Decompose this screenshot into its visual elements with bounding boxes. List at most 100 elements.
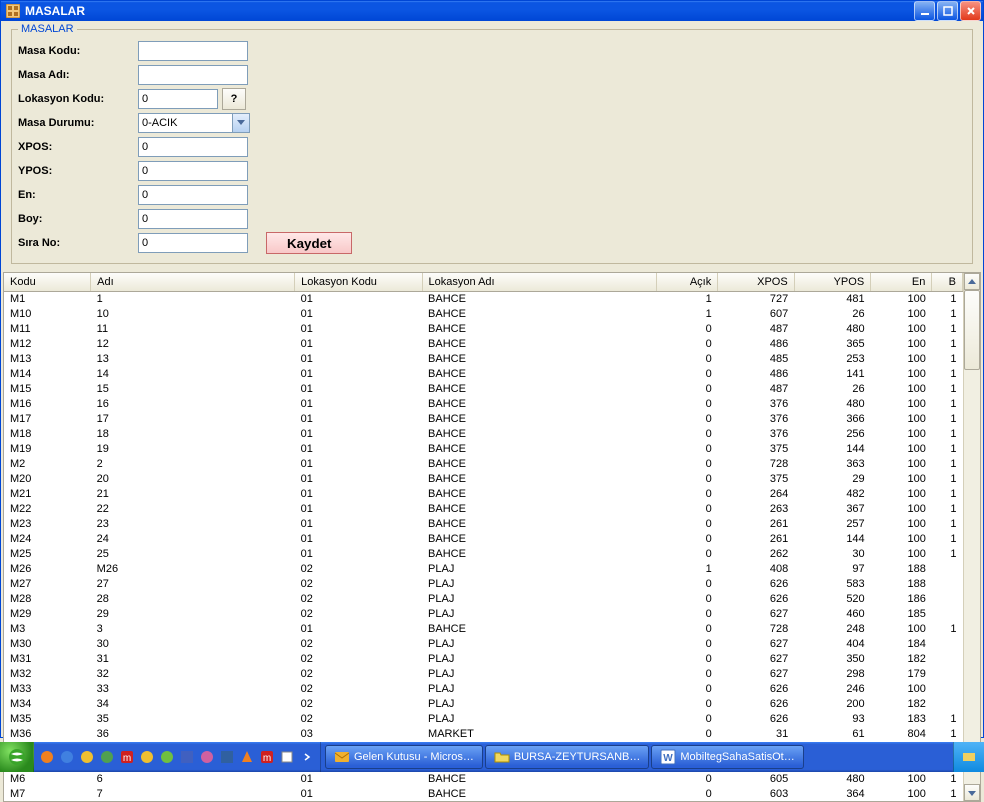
cell-lokasyon-adi: PLAJ (422, 666, 657, 681)
lokasyon-lookup-button[interactable]: ? (222, 88, 246, 110)
taskbar-task[interactable]: Gelen Kutusu - Micros… (325, 745, 483, 769)
ql-icon[interactable] (38, 746, 56, 768)
col-lokasyon-adi[interactable]: Lokasyon Adı (422, 273, 657, 291)
system-tray[interactable] (953, 742, 984, 772)
col-acik[interactable]: Açık (657, 273, 718, 291)
ql-chevron-icon[interactable] (298, 746, 316, 768)
ql-icon[interactable]: m (258, 746, 276, 768)
table-row[interactable]: M181801BAHCE03762561001 (4, 426, 963, 441)
cell-lokasyon-adi: PLAJ (422, 681, 657, 696)
table-row[interactable]: M151501BAHCE0487261001 (4, 381, 963, 396)
masa-adi-input[interactable] (138, 65, 248, 85)
minimize-button[interactable] (914, 1, 935, 21)
table-row[interactable]: M232301BAHCE02612571001 (4, 516, 963, 531)
ql-icon[interactable] (158, 746, 176, 768)
cell-adi: 6 (91, 771, 295, 786)
cell-xpos: 627 (718, 666, 794, 681)
table-row[interactable]: M1101BAHCE17274811001 (4, 291, 963, 306)
table-row[interactable]: M7701BAHCE06033641001 (4, 786, 963, 801)
table-row[interactable]: M212101BAHCE02644821001 (4, 486, 963, 501)
titlebar[interactable]: MASALAR (1, 1, 983, 21)
table-row[interactable]: M222201BAHCE02633671001 (4, 501, 963, 516)
scroll-thumb[interactable] (964, 290, 980, 370)
ql-icon[interactable] (198, 746, 216, 768)
table-row[interactable]: M282802PLAJ0626520186 (4, 591, 963, 606)
ql-icon[interactable] (218, 746, 236, 768)
scroll-up-arrow[interactable] (964, 273, 980, 290)
scroll-down-arrow[interactable] (964, 784, 980, 801)
table-row[interactable]: M313102PLAJ0627350182 (4, 651, 963, 666)
ql-icon[interactable] (78, 746, 96, 768)
table-row[interactable]: M161601BAHCE03764801001 (4, 396, 963, 411)
cell-ypos: 460 (794, 606, 870, 621)
ql-icon[interactable] (58, 746, 76, 768)
ql-icon[interactable] (278, 746, 296, 768)
col-xpos[interactable]: XPOS (718, 273, 794, 291)
table-row[interactable]: M101001BAHCE1607261001 (4, 306, 963, 321)
table-row[interactable]: M292902PLAJ0627460185 (4, 606, 963, 621)
col-en[interactable]: En (871, 273, 932, 291)
table-row[interactable]: M3301BAHCE07282481001 (4, 621, 963, 636)
cell-acik: 0 (657, 366, 718, 381)
cell-adi: 21 (91, 486, 295, 501)
ql-icon[interactable] (138, 746, 156, 768)
ql-icon[interactable] (98, 746, 116, 768)
app-icon (5, 3, 21, 19)
start-button[interactable] (0, 742, 34, 772)
table-row[interactable]: M272702PLAJ0626583188 (4, 576, 963, 591)
cell-lokasyon-adi: BAHCE (422, 531, 657, 546)
cell-adi: 24 (91, 531, 295, 546)
table-row[interactable]: M26M2602PLAJ140897188 (4, 561, 963, 576)
table-row[interactable]: M2201BAHCE07283631001 (4, 456, 963, 471)
masa-durumu-select[interactable]: 0-ACIK (138, 113, 250, 133)
boy-input[interactable] (138, 209, 248, 229)
col-b[interactable]: B (932, 273, 963, 291)
cell-ypos: 144 (794, 441, 870, 456)
sira-no-input[interactable] (138, 233, 248, 253)
lokasyon-kodu-input[interactable] (138, 89, 218, 109)
ql-icon[interactable] (178, 746, 196, 768)
close-button[interactable] (960, 1, 981, 21)
scroll-track[interactable] (964, 290, 980, 784)
table-row[interactable]: M323202PLAJ0627298179 (4, 666, 963, 681)
table-row[interactable]: M171701BAHCE03763661001 (4, 411, 963, 426)
cell-acik: 0 (657, 486, 718, 501)
taskbar-task[interactable]: BURSA-ZEYTURSANB… (485, 745, 650, 769)
table-row[interactable]: M242401BAHCE02611441001 (4, 531, 963, 546)
save-button[interactable]: Kaydet (266, 232, 352, 254)
cell-b (932, 681, 963, 696)
cell-en: 100 (871, 516, 932, 531)
table-row[interactable]: M252501BAHCE0262301001 (4, 546, 963, 561)
table-row[interactable]: M6601BAHCE06054801001 (4, 771, 963, 786)
col-lokasyon-kodu[interactable]: Lokasyon Kodu (295, 273, 422, 291)
table-row[interactable]: M303002PLAJ0627404184 (4, 636, 963, 651)
masa-kodu-input[interactable] (138, 41, 248, 61)
ql-icon[interactable]: m (118, 746, 136, 768)
table-row[interactable]: M363603MARKET031618041 (4, 726, 963, 741)
table-row[interactable]: M353502PLAJ0626931831 (4, 711, 963, 726)
xpos-input[interactable] (138, 137, 248, 157)
cell-lokasyon-kodu: 01 (295, 456, 422, 471)
maximize-button[interactable] (937, 1, 958, 21)
cell-lokasyon-adi: BAHCE (422, 471, 657, 486)
table-row[interactable]: M131301BAHCE04852531001 (4, 351, 963, 366)
grid-viewport[interactable]: Kodu Adı Lokasyon Kodu Lokasyon Adı Açık… (4, 273, 963, 801)
table-row[interactable]: M202001BAHCE0375291001 (4, 471, 963, 486)
table-row[interactable]: M141401BAHCE04861411001 (4, 366, 963, 381)
taskbar-task[interactable]: W MobiltegSahaSatisOt… (651, 745, 803, 769)
ql-icon[interactable] (238, 746, 256, 768)
en-input[interactable] (138, 185, 248, 205)
ypos-input[interactable] (138, 161, 248, 181)
cell-kodu: M36 (4, 726, 91, 741)
col-adi[interactable]: Adı (91, 273, 295, 291)
table-row[interactable]: M111101BAHCE04874801001 (4, 321, 963, 336)
col-kodu[interactable]: Kodu (4, 273, 91, 291)
vertical-scrollbar[interactable] (963, 273, 980, 801)
col-ypos[interactable]: YPOS (794, 273, 870, 291)
table-row[interactable]: M191901BAHCE03751441001 (4, 441, 963, 456)
table-row[interactable]: M333302PLAJ0626246100 (4, 681, 963, 696)
cell-lokasyon-adi: BAHCE (422, 456, 657, 471)
cell-adi: 18 (91, 426, 295, 441)
table-row[interactable]: M121201BAHCE04863651001 (4, 336, 963, 351)
table-row[interactable]: M343402PLAJ0626200182 (4, 696, 963, 711)
